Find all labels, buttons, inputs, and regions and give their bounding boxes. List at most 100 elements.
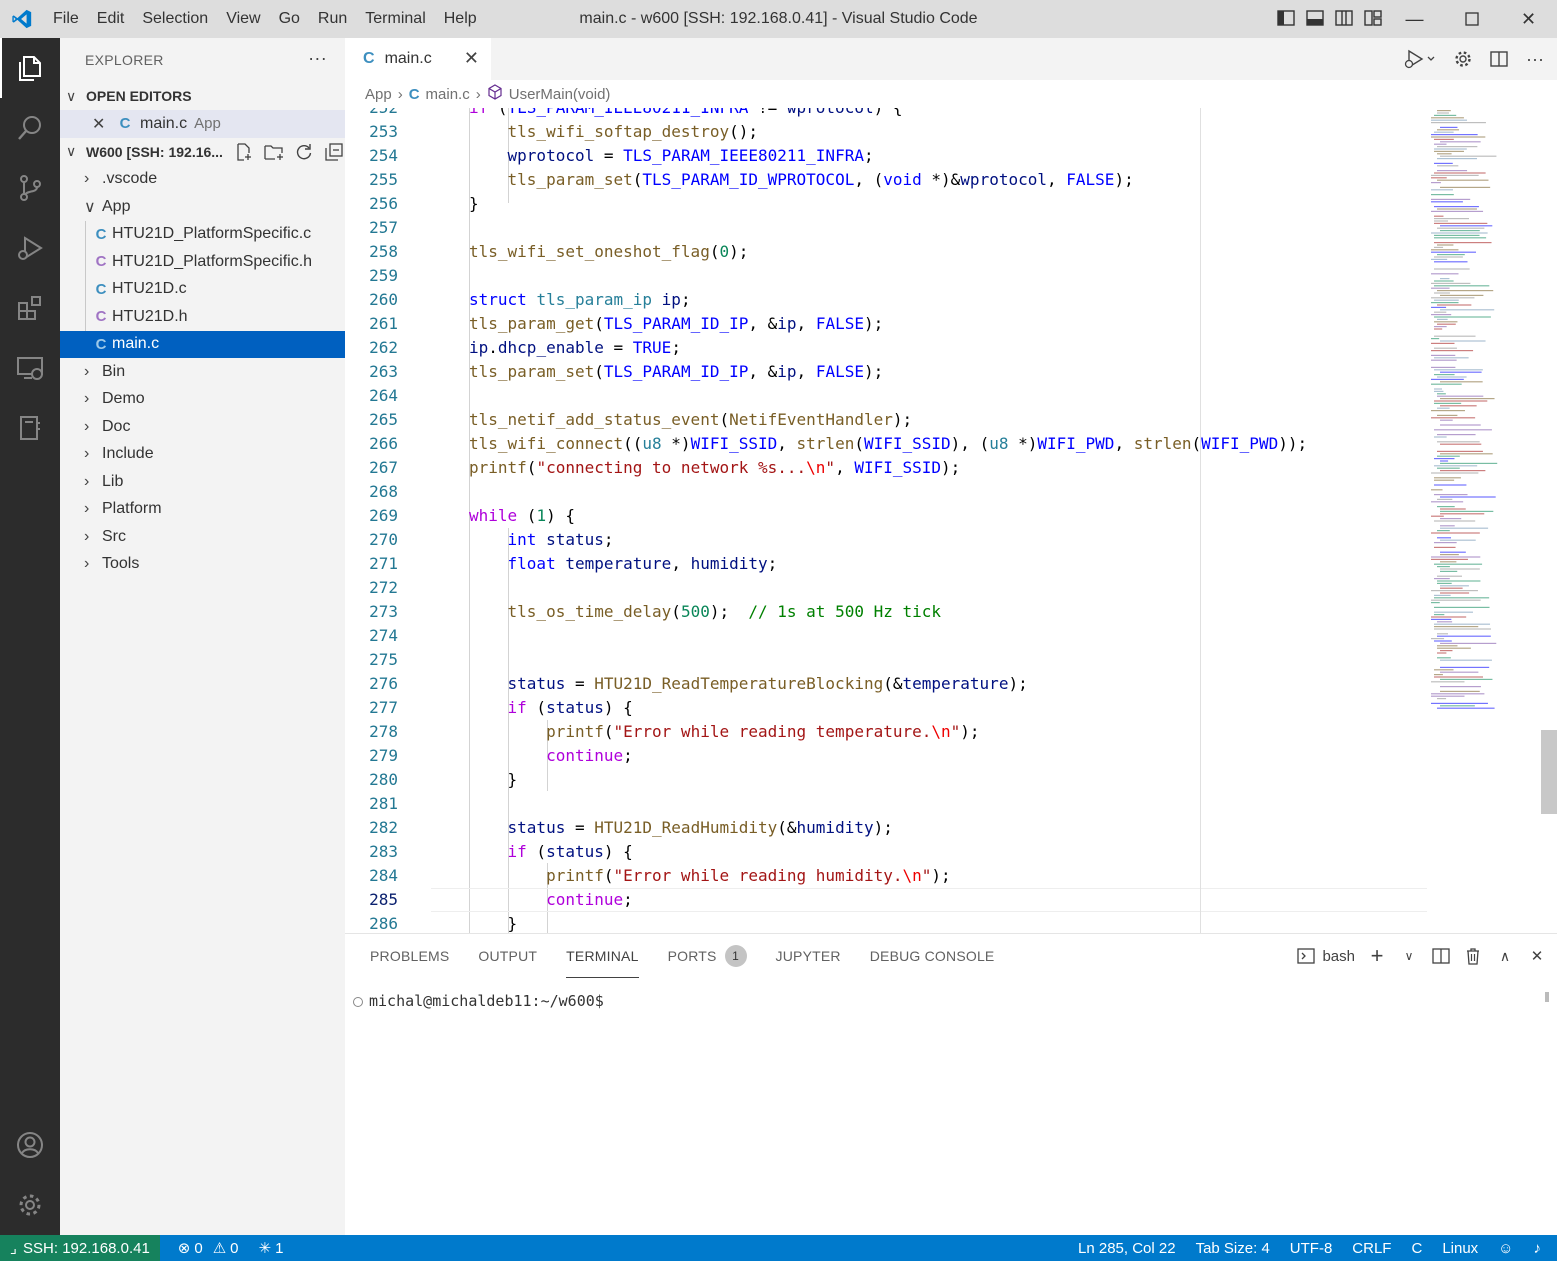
breadcrumb-folder[interactable]: App — [365, 86, 392, 103]
extensions-icon[interactable] — [0, 278, 60, 338]
breadcrumb-symbol[interactable]: UserMain(void) — [509, 86, 611, 103]
code-line: 268 — [369, 482, 398, 501]
end-of-line[interactable]: CRLF — [1342, 1235, 1401, 1261]
tree-file-htu21d-c[interactable]: C HTU21D.c — [60, 275, 345, 303]
minimap-line — [1431, 366, 1456, 368]
minimap-line — [1437, 657, 1451, 659]
terminal-scrollbar[interactable] — [1545, 992, 1549, 1002]
manage-gear-icon[interactable] — [0, 1175, 60, 1235]
new-folder-icon[interactable] — [263, 141, 285, 163]
chevron-down-icon[interactable]: ∨ — [1399, 944, 1419, 968]
settings-gear-icon[interactable] — [1451, 47, 1475, 71]
menu-help[interactable]: Help — [435, 0, 486, 38]
tab-output[interactable]: OUTPUT — [478, 934, 537, 978]
source-control-icon[interactable] — [0, 158, 60, 218]
maximize-icon[interactable] — [1443, 0, 1500, 38]
menu-edit[interactable]: Edit — [88, 0, 134, 38]
tree-item-label: HTU21D.c — [112, 280, 187, 298]
tree-folder-bin[interactable]: › Bin — [60, 358, 345, 386]
tree-file-platformspecific-h[interactable]: C HTU21D_PlatformSpecific.h — [60, 248, 345, 276]
minimap-line — [1434, 316, 1491, 318]
refresh-icon[interactable] — [293, 141, 315, 163]
tree-folder-src[interactable]: › Src — [60, 523, 345, 551]
new-file-icon[interactable] — [233, 141, 255, 163]
search-icon[interactable] — [0, 98, 60, 158]
breadcrumb-file[interactable]: main.c — [426, 86, 470, 103]
tree-folder-platform[interactable]: › Platform — [60, 496, 345, 524]
language-mode[interactable]: C — [1401, 1235, 1432, 1261]
toggle-primary-sidebar-icon[interactable] — [1276, 8, 1296, 28]
close-icon[interactable]: ✕ — [1500, 0, 1557, 38]
tree-folder-tools[interactable]: › Tools — [60, 551, 345, 579]
symbol-method-icon — [487, 84, 503, 104]
code-line: 257 — [369, 218, 398, 237]
toggle-panel-icon[interactable] — [1305, 8, 1325, 28]
close-tab-icon[interactable]: ✕ — [464, 48, 479, 69]
split-terminal-icon[interactable] — [1431, 944, 1451, 968]
open-editors-section[interactable]: ∨ OPEN EDITORS — [60, 82, 345, 110]
encoding[interactable]: UTF-8 — [1280, 1235, 1343, 1261]
run-debug-icon[interactable] — [0, 218, 60, 278]
activity-bar — [0, 38, 60, 1235]
minimap-line — [1440, 527, 1489, 529]
ports-status[interactable]: ✳ 1 — [249, 1235, 294, 1261]
notifications-bell-icon[interactable]: ♪ — [1524, 1235, 1557, 1261]
explorer-icon[interactable] — [0, 38, 60, 98]
tab-terminal[interactable]: TERMINAL — [566, 934, 639, 978]
tree-folder-vscode[interactable]: › .vscode — [60, 166, 345, 194]
accounts-icon[interactable] — [0, 1115, 60, 1175]
kill-terminal-trash-icon[interactable] — [1463, 944, 1483, 968]
menu-file[interactable]: File — [44, 0, 88, 38]
tree-file-platformspecific-c[interactable]: C HTU21D_PlatformSpecific.c — [60, 220, 345, 248]
editor-scrollbar-thumb[interactable] — [1541, 730, 1557, 814]
minimap-line — [1440, 424, 1481, 426]
minimap-line — [1440, 666, 1490, 668]
menu-go[interactable]: Go — [270, 0, 309, 38]
terminal-output[interactable]: michal@michaldeb11:~/w600$ — [353, 992, 604, 1010]
tree-file-main-c[interactable]: C main.c — [60, 330, 345, 358]
close-panel-icon[interactable]: ✕ — [1527, 944, 1547, 968]
toggle-secondary-sidebar-icon[interactable] — [1334, 8, 1354, 28]
minimap-line — [1431, 410, 1465, 412]
remote-indicator[interactable]: ⌟ SSH: 192.168.0.41 — [0, 1235, 160, 1261]
minimize-icon[interactable]: — — [1386, 0, 1443, 38]
tree-file-htu21d-h[interactable]: C HTU21D.h — [60, 303, 345, 331]
cursor-position[interactable]: Ln 285, Col 22 — [1068, 1235, 1186, 1261]
tree-folder-app[interactable]: ∨ App — [60, 193, 345, 221]
customize-layout-icon[interactable] — [1363, 8, 1383, 28]
feedback-icon[interactable]: ☺ — [1488, 1235, 1523, 1261]
menu-run[interactable]: Run — [309, 0, 356, 38]
tab-ports[interactable]: PORTS 1 — [668, 934, 747, 978]
new-terminal-icon[interactable]: + — [1367, 943, 1387, 968]
run-debug-dropdown-icon[interactable] — [1401, 47, 1439, 71]
terminal-shell-selector[interactable]: bash — [1297, 944, 1355, 968]
tab-problems[interactable]: PROBLEMS — [370, 934, 449, 978]
more-actions-icon[interactable]: ··· — [308, 48, 327, 69]
problems-status[interactable]: ⊗ 0 ⚠ 0 — [168, 1235, 249, 1261]
tab-jupyter[interactable]: JUPYTER — [776, 934, 841, 978]
device-icon[interactable] — [0, 398, 60, 458]
split-editor-icon[interactable] — [1487, 47, 1511, 71]
code-line: 258 tls_wifi_set_oneshot_flag(0); — [369, 242, 749, 261]
tree-folder-doc[interactable]: › Doc — [60, 413, 345, 441]
indentation[interactable]: Tab Size: 4 — [1186, 1235, 1280, 1261]
menu-selection[interactable]: Selection — [133, 0, 217, 38]
code-editor[interactable]: 252if (TLS_PARAM_IEEE80211_INFRA != wpro… — [345, 108, 1427, 933]
collapse-all-icon[interactable] — [323, 141, 345, 163]
tree-folder-include[interactable]: › Include — [60, 441, 345, 469]
tree-folder-lib[interactable]: › Lib — [60, 468, 345, 496]
platform[interactable]: Linux — [1432, 1235, 1488, 1261]
menu-terminal[interactable]: Terminal — [356, 0, 434, 38]
remote-explorer-icon[interactable] — [0, 338, 60, 398]
minimap-line — [1431, 174, 1479, 176]
maximize-panel-icon[interactable]: ∧ — [1495, 944, 1515, 968]
open-editor-item[interactable]: ✕ C main.c App — [60, 110, 345, 138]
workspace-section[interactable]: ∨ W600 [SSH: 192.16... — [60, 138, 345, 166]
tab-main-c[interactable]: C main.c ✕ — [345, 38, 491, 80]
minimap[interactable] — [1427, 108, 1557, 933]
menu-view[interactable]: View — [217, 0, 269, 38]
tree-folder-demo[interactable]: › Demo — [60, 386, 345, 414]
close-editor-icon[interactable]: ✕ — [92, 114, 114, 134]
more-actions-icon[interactable]: ··· — [1523, 47, 1547, 71]
tab-debug-console[interactable]: DEBUG CONSOLE — [870, 934, 995, 978]
